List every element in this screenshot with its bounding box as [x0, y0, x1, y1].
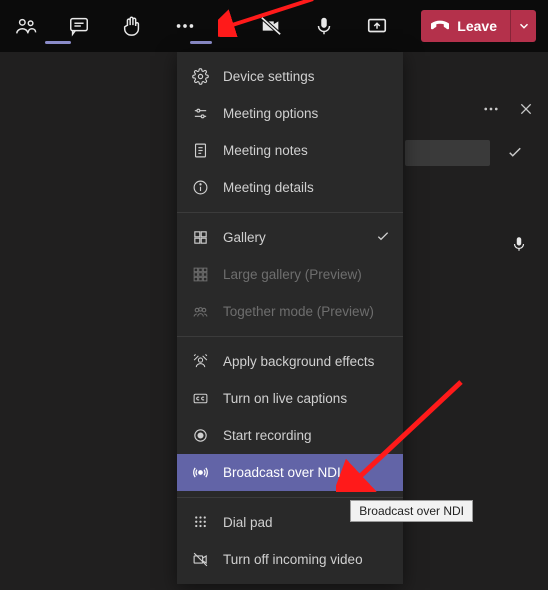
menu-label: Dial pad	[223, 515, 273, 530]
menu-label: Gallery	[223, 230, 266, 245]
menu-label: Meeting details	[223, 180, 314, 195]
menu-item-large-gallery: Large gallery (Preview)	[177, 256, 403, 293]
menu-label: Device settings	[223, 69, 315, 84]
dialpad-icon	[191, 514, 209, 532]
mic-toggle-button[interactable]	[310, 12, 338, 40]
menu-label: Meeting options	[223, 106, 318, 121]
participants-button[interactable]	[12, 12, 40, 40]
check-icon	[375, 228, 391, 247]
broadcast-icon	[191, 464, 209, 482]
chat-button[interactable]	[65, 12, 93, 40]
notes-icon	[191, 142, 209, 160]
large-grid-icon	[191, 266, 209, 284]
menu-label: Turn off incoming video	[223, 552, 363, 567]
menu-item-start-recording[interactable]: Start recording	[177, 417, 403, 454]
menu-label: Broadcast over NDI	[223, 465, 341, 480]
panel-input[interactable]	[405, 140, 490, 166]
video-off-icon	[191, 551, 209, 569]
gear-icon	[191, 68, 209, 86]
menu-label: Together mode (Preview)	[223, 304, 374, 319]
panel-header-actions	[482, 100, 534, 123]
tooltip-text: Broadcast over NDI	[359, 504, 464, 518]
raise-hand-button[interactable]	[118, 12, 146, 40]
share-screen-button[interactable]	[363, 12, 391, 40]
toolbar-left	[12, 12, 391, 40]
together-icon	[191, 303, 209, 321]
panel-confirm-icon[interactable]	[506, 143, 524, 166]
menu-label: Start recording	[223, 428, 312, 443]
menu-label: Turn on live captions	[223, 391, 347, 406]
camera-toggle-button[interactable]	[257, 12, 285, 40]
menu-item-meeting-notes[interactable]: Meeting notes	[177, 132, 403, 169]
leave-label: Leave	[457, 18, 497, 34]
menu-label: Apply background effects	[223, 354, 374, 369]
menu-item-gallery[interactable]: Gallery	[177, 219, 403, 256]
more-active-indicator	[190, 41, 212, 44]
menu-item-device-settings[interactable]: Device settings	[177, 58, 403, 95]
participants-active-indicator	[45, 41, 71, 44]
tooltip-broadcast-ndi: Broadcast over NDI	[350, 500, 473, 522]
cc-icon	[191, 390, 209, 408]
menu-item-live-captions[interactable]: Turn on live captions	[177, 380, 403, 417]
background-icon	[191, 353, 209, 371]
leave-button[interactable]: Leave	[421, 10, 510, 42]
leave-group: Leave	[421, 10, 536, 42]
meeting-toolbar: Leave	[0, 0, 548, 52]
leave-chevron-button[interactable]	[510, 10, 536, 42]
sliders-icon	[191, 105, 209, 123]
menu-item-broadcast-ndi[interactable]: Broadcast over NDI	[177, 454, 403, 491]
menu-item-turn-off-video[interactable]: Turn off incoming video	[177, 541, 403, 578]
more-actions-button[interactable]	[171, 12, 199, 40]
menu-item-background-effects[interactable]: Apply background effects	[177, 343, 403, 380]
menu-label: Meeting notes	[223, 143, 308, 158]
panel-more-button[interactable]	[482, 100, 500, 123]
participant-mic-icon[interactable]	[510, 235, 528, 258]
menu-item-meeting-options[interactable]: Meeting options	[177, 95, 403, 132]
record-icon	[191, 427, 209, 445]
info-icon	[191, 179, 209, 197]
menu-label: Large gallery (Preview)	[223, 267, 362, 282]
menu-item-together-mode: Together mode (Preview)	[177, 293, 403, 330]
panel-close-button[interactable]	[518, 101, 534, 122]
menu-item-meeting-details[interactable]: Meeting details	[177, 169, 403, 206]
grid-icon	[191, 229, 209, 247]
